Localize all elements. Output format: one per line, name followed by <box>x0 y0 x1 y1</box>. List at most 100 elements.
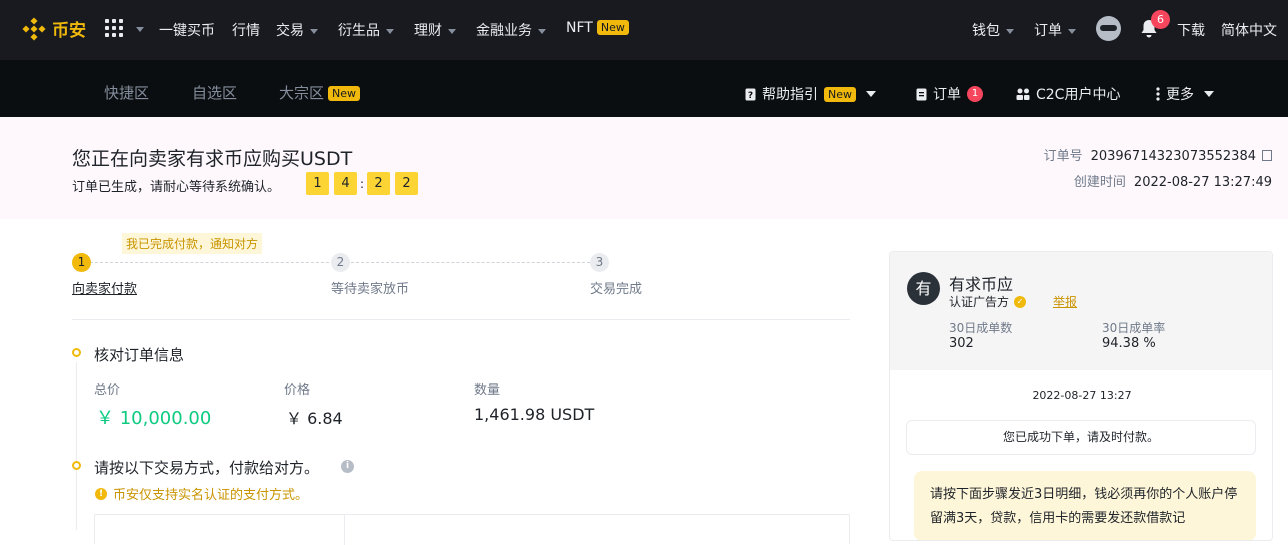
step-hint: 我已完成付款，通知对方 <box>122 233 263 254</box>
info-icon[interactable]: i <box>341 460 354 473</box>
nav-finance[interactable]: 金融业务 <box>476 20 546 40</box>
payment-warning: ! 币安仅支持实名认证的支付方式。 <box>95 484 308 503</box>
help-guide-button[interactable]: ? 帮助指引 New <box>745 84 876 104</box>
order-number-value: 20396714323073552384 <box>1090 149 1256 164</box>
more-vertical-icon <box>1156 87 1160 101</box>
total-label: 总价 <box>94 383 121 398</box>
quantity-label: 数量 <box>474 383 501 398</box>
tab-block[interactable]: 大宗区 New <box>279 82 361 103</box>
created-time-value: 2022-08-27 13:27:49 <box>1133 175 1272 190</box>
total-value: ￥ 10,000.00 <box>96 408 212 429</box>
nav-orders[interactable]: 订单 <box>1034 20 1076 40</box>
chevron-down-icon[interactable] <box>136 27 144 32</box>
timer-digit: 2 <box>367 172 391 195</box>
nav-wallet-label: 钱包 <box>972 23 1000 39</box>
nav-earn[interactable]: 理财 <box>414 20 456 40</box>
seller-avatar: 有 <box>907 272 940 305</box>
timer-digit: 4 <box>334 172 357 195</box>
apps-grid-icon[interactable] <box>105 19 123 37</box>
p2p-sub-nav: 快捷区 自选区 大宗区 New ? 帮助指引 New 订单 1 C2C用户中心 更… <box>0 60 1288 117</box>
help-doc-icon: ? <box>745 88 756 101</box>
report-link[interactable]: 举报 <box>1053 293 1077 310</box>
seller-chat-panel: 有 有求币应 认证广告方 ✓ 举报 30日成单数 302 30日成单率 94.3… <box>889 251 1273 541</box>
help-guide-label: 帮助指引 <box>762 87 818 103</box>
c2c-center-label: C2C用户中心 <box>1036 87 1121 103</box>
brand-name: 币安 <box>52 21 86 41</box>
verified-advertiser-label: 认证广告方 <box>949 295 1010 309</box>
rate-30d-label: 30日成单率 <box>1102 321 1166 335</box>
system-message: 您已成功下单，请及时付款。 <box>906 420 1256 455</box>
step-label-complete: 交易完成 <box>590 282 643 297</box>
nav-finance-label: 金融业务 <box>476 23 532 39</box>
verified-advertiser: 认证广告方 ✓ <box>949 293 1027 310</box>
nav-trade-label: 交易 <box>276 23 304 39</box>
chat-timestamp: 2022-08-27 13:27 <box>1032 389 1132 402</box>
orders-label: 订单 <box>933 87 961 103</box>
seller-message: 请按下面步骤发近3日明细，钱必须再你的个人账户停留满3天，贷款，信用卡的需要发还… <box>914 471 1256 540</box>
chevron-down-icon <box>1006 28 1014 34</box>
svg-text:?: ? <box>748 91 753 101</box>
users-icon <box>1016 88 1030 100</box>
timer-digit: 2 <box>395 172 419 195</box>
order-number: 订单号 20396714323073552384 <box>1044 145 1272 164</box>
step-label-pay-seller: 向卖家付款 <box>72 282 138 297</box>
top-nav: 币安 一键买币 行情 交易 衍生品 理财 金融业务 NFT New 钱包 订单 6… <box>0 0 1288 60</box>
nav-wallet[interactable]: 钱包 <box>972 20 1014 40</box>
tab-p2p[interactable]: 自选区 <box>192 82 237 103</box>
quantity-value: 1,461.98 USDT <box>474 405 595 424</box>
document-icon <box>916 88 927 100</box>
orders-count-badge: 1 <box>967 86 983 102</box>
created-time-label: 创建时间 <box>1073 175 1126 190</box>
chevron-down-icon <box>866 91 876 97</box>
nav-nft-label: NFT <box>566 20 593 36</box>
rate-30d-value: 94.38 % <box>1102 336 1156 351</box>
tab-express[interactable]: 快捷区 <box>104 82 149 103</box>
nav-derivatives-label: 衍生品 <box>338 23 380 39</box>
chevron-down-icon <box>1068 28 1076 34</box>
section-bullet-icon <box>72 348 81 357</box>
section-bullet-icon <box>72 461 81 470</box>
brand-logo[interactable]: 币安 <box>22 16 86 41</box>
new-badge: New <box>824 86 856 102</box>
new-badge: New <box>596 20 629 35</box>
nav-language[interactable]: 简体中文 <box>1221 20 1277 40</box>
user-avatar[interactable] <box>1096 16 1121 41</box>
divider <box>72 319 850 320</box>
order-status-text: 订单已生成，请耐心等待系统确认。 <box>72 180 281 195</box>
more-label: 更多 <box>1166 87 1194 103</box>
binance-logo-icon <box>22 16 46 41</box>
copy-icon[interactable] <box>1262 150 1272 161</box>
chevron-down-icon <box>448 28 456 34</box>
tab-block-label: 大宗区 <box>279 84 325 102</box>
page-title: 您正在向卖家有求币应购买USDT <box>72 148 353 170</box>
nav-download[interactable]: 下载 <box>1177 20 1205 40</box>
verified-badge-icon: ✓ <box>1014 295 1027 308</box>
nav-buy-crypto[interactable]: 一键买币 <box>159 20 215 40</box>
orders-button[interactable]: 订单 1 <box>916 84 983 104</box>
notification-count-badge: 6 <box>1151 10 1170 29</box>
chevron-down-icon <box>310 28 318 34</box>
c2c-center-button[interactable]: C2C用户中心 <box>1016 84 1120 104</box>
orders-30d-label: 30日成单数 <box>949 321 1013 335</box>
warning-icon: ! <box>95 487 107 500</box>
chevron-down-icon <box>386 28 394 34</box>
nav-earn-label: 理财 <box>414 23 442 39</box>
nav-derivatives[interactable]: 衍生品 <box>338 20 394 40</box>
seller-name[interactable]: 有求币应 <box>949 271 1013 295</box>
nav-markets[interactable]: 行情 <box>232 20 260 40</box>
step-number: 3 <box>590 253 609 272</box>
price-label: 价格 <box>284 383 311 398</box>
section-connector <box>76 362 77 530</box>
chevron-down-icon <box>1204 91 1214 97</box>
price-value: ￥ 6.84 <box>286 409 343 428</box>
more-menu-button[interactable]: 更多 <box>1156 84 1214 104</box>
step-number: 1 <box>72 253 91 272</box>
timer-separator: : <box>360 176 365 191</box>
new-badge: New <box>328 86 361 101</box>
payment-methods-box <box>94 514 850 545</box>
nav-nft[interactable]: NFT New <box>566 20 629 36</box>
payment-warning-text: 币安仅支持实名认证的支付方式。 <box>113 488 309 503</box>
nav-trade[interactable]: 交易 <box>276 20 318 40</box>
step-number: 2 <box>331 253 350 272</box>
step-label-wait-release: 等待卖家放币 <box>331 282 410 297</box>
